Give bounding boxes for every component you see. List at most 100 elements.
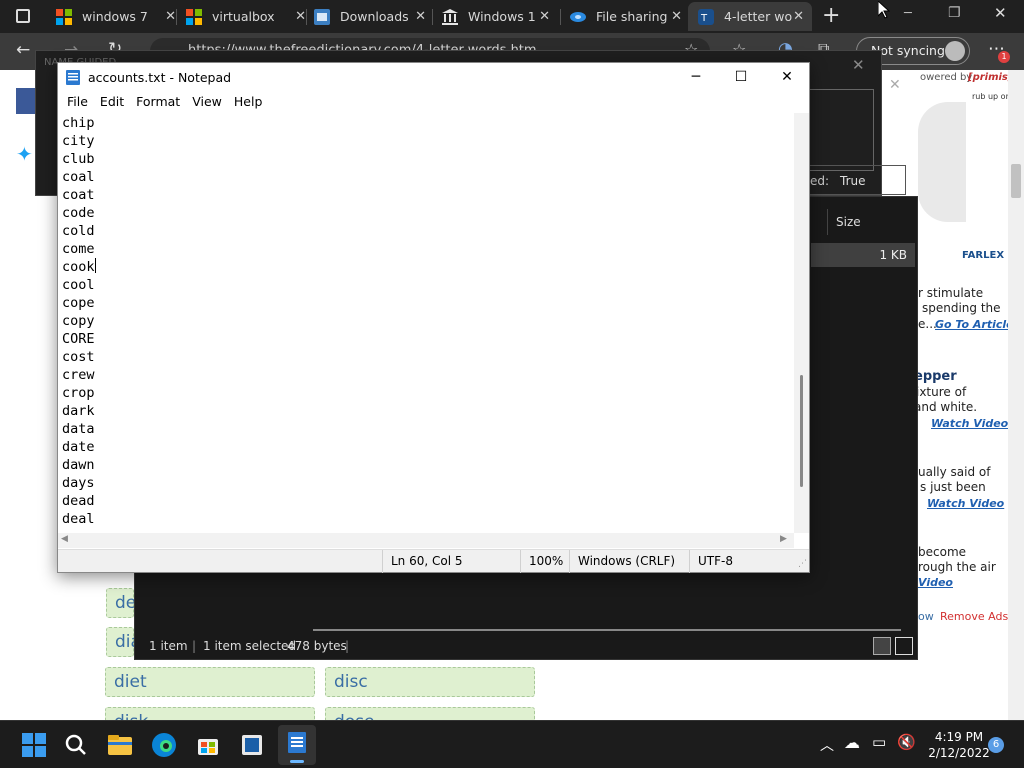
show-hidden-icons-chevron-icon[interactable]: ︿ [820,735,834,755]
page-scrollbar[interactable] [1008,70,1024,720]
window-minimize-button[interactable]: ─ [904,6,912,21]
file-sharing-icon [570,11,586,22]
explorer-hscroll[interactable] [313,629,901,631]
dialog-field-label: ed: [810,174,830,188]
page-scrollbar-thumb[interactable] [1011,164,1021,198]
text-line: coat [62,187,95,203]
menu-file[interactable]: File [61,91,94,113]
text-line: deal [62,511,95,527]
ad-text: spending the [922,301,1001,315]
browser-tab[interactable]: windows 7 ✕ [56,2,176,31]
scroll-right-icon[interactable]: ▶ [780,534,787,544]
text-line: coal [62,169,95,185]
search-icon[interactable] [60,729,92,761]
maximize-button[interactable]: ☐ [718,63,764,91]
onedrive-cloud-icon[interactable]: ☁ [844,733,860,752]
menu-view[interactable]: View [186,91,228,113]
ad-text: and white. [914,400,978,414]
cursor-position: Ln 60, Col 5 [382,550,463,573]
notepad-title-bar[interactable]: accounts.txt - Notepad ─ ☐ ✕ [58,63,809,91]
browser-tab[interactable]: Downloads ✕ [314,2,426,31]
edge-browser-icon[interactable] [148,729,180,761]
text-line: date [62,439,95,455]
file-row-selected[interactable]: 1 KB [811,243,915,267]
resize-grip-icon[interactable]: ⋰ [798,559,807,569]
browser-tab[interactable]: File sharing ✕ [570,2,682,31]
watch-video-link[interactable]: Watch Video [931,417,1008,430]
text-line: days [62,475,95,491]
word-link[interactable]: disk [105,707,315,720]
tiles-view-icon[interactable] [895,637,913,655]
notepad-taskbar-button[interactable] [278,725,316,765]
start-button-icon[interactable] [18,729,50,761]
word-link[interactable]: de [106,588,136,618]
browser-tab[interactable]: virtualbox ✕ [186,2,306,31]
text-line: dawn [62,457,95,473]
watch-video-link[interactable]: Watch Video [927,497,1004,510]
new-tab-button[interactable]: + [822,3,840,28]
line-ending: Windows (CRLF) [569,550,675,573]
word-link[interactable]: dia [106,627,141,657]
tab-close-icon[interactable]: ✕ [415,9,426,24]
text-line: CORE [62,331,95,347]
ad-text: e... [918,317,937,331]
text-line: crop [62,385,95,401]
ad-video-thumbnail[interactable] [918,102,966,222]
window-restore-button[interactable]: ❐ [948,5,961,21]
menu-help[interactable]: Help [228,91,269,113]
virtualbox-icon[interactable] [236,729,268,761]
remove-ads-link[interactable]: Remove Ads [940,610,1008,623]
notepad-app-icon [66,70,80,85]
tab-close-icon[interactable]: ✕ [793,9,804,24]
tab-close-icon[interactable]: ✕ [165,9,176,24]
status-bytes: 478 bytes [287,639,347,653]
status-item-count: 1 item [149,639,188,653]
window-close-button[interactable]: ✕ [994,4,1007,22]
notepad-text-area[interactable]: chip city club coal coat code cold come cook cool… [58,113,793,533]
volume-muted-icon[interactable]: 🔇 [897,733,916,751]
explorer-close-icon[interactable]: ✕ [889,77,901,93]
text-line: cost [62,349,95,365]
scroll-left-icon[interactable]: ◀ [61,534,68,544]
details-view-icon[interactable] [873,637,891,655]
video-link[interactable]: Video [918,576,953,589]
encoding: UTF-8 [689,550,733,573]
svg-text:T: T [700,13,708,24]
browser-tab[interactable]: Windows 1 ✕ [442,2,550,31]
close-button[interactable]: ✕ [764,63,810,91]
text-line: dead [62,493,95,509]
zoom-level: 100% [520,550,563,573]
file-explorer-icon[interactable] [104,729,136,761]
system-clock[interactable]: 4:19 PM 2/12/2022 [920,729,998,761]
tab-close-icon[interactable]: ✕ [295,9,306,24]
horizontal-scrollbar[interactable]: ◀ ▶ [58,533,794,548]
vertical-scrollbar[interactable] [794,113,809,533]
vertical-scrollbar-thumb[interactable] [800,375,803,487]
back-icon[interactable]: ← [16,40,30,60]
text-line: data [62,421,95,437]
column-header-size[interactable]: Size [827,209,913,235]
menu-edit[interactable]: Edit [94,91,130,113]
microsoft-logo-icon [186,8,202,25]
tab-close-icon[interactable]: ✕ [671,9,682,24]
notification-center-badge[interactable]: 6 [988,737,1004,753]
column-header-label: Size [836,215,861,229]
browser-tab-active[interactable]: T 4-letter wo ✕ [688,2,812,31]
explorer-status-bar: 1 item | 1 item selected 478 bytes | [135,633,917,659]
word-link[interactable]: dose [325,707,535,720]
text-line: cope [62,295,95,311]
store-icon[interactable] [192,729,224,761]
dialog-close-icon[interactable]: ✕ [852,56,865,74]
windows-taskbar: ︿ ☁ ▭ 🔇 4:19 PM 2/12/2022 6 [0,720,1024,768]
menu-format[interactable]: Format [130,91,186,113]
word-link[interactable]: disc [325,667,535,697]
tab-title: Windows 1 [468,9,536,24]
tab-actions-icon[interactable] [16,9,30,23]
notepad-title: accounts.txt - Notepad [88,70,232,85]
tab-close-icon[interactable]: ✕ [539,9,550,24]
network-icon[interactable]: ▭ [872,733,886,751]
word-link[interactable]: diet [105,667,315,697]
minimize-button[interactable]: ─ [673,63,719,91]
tab-separator [432,9,433,25]
go-to-article-link[interactable]: Go To Article [935,318,1014,331]
